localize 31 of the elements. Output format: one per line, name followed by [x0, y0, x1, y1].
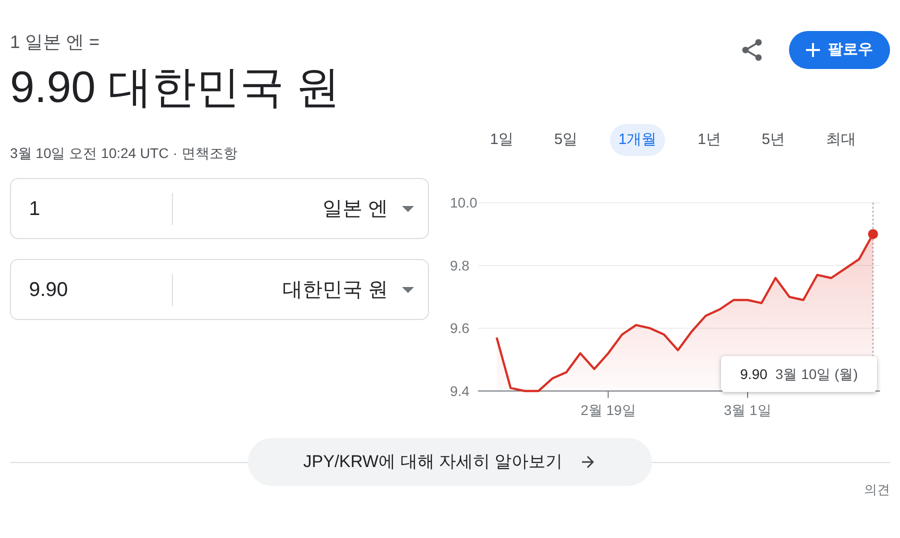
axis-label: 2월 19일 [580, 402, 636, 418]
separator: · [172, 144, 178, 162]
axis-label: 9.8 [450, 257, 470, 274]
range-tab[interactable]: 1년 [690, 124, 729, 156]
amount-field[interactable]: 9.90 [11, 274, 172, 304]
range-tab[interactable]: 1개월 [610, 124, 665, 156]
axis-label: 9.6 [450, 320, 470, 336]
axis-label: 10.0 [450, 194, 478, 211]
axis-label: 9.4 [450, 383, 470, 399]
tooltip-date: 3월 10일 (월) [775, 364, 858, 384]
tick-mark [608, 390, 609, 398]
currency-dropdown[interactable]: 대한민국 원 [173, 274, 428, 304]
feedback-link[interactable]: 의견 [864, 480, 890, 500]
caret-icon [402, 206, 414, 212]
currency-dropdown[interactable]: 일본 엔 [173, 194, 428, 224]
range-tab[interactable]: 최대 [818, 124, 864, 156]
disclaimer-link[interactable]: 면책조항 [181, 142, 238, 164]
range-tab[interactable]: 5일 [546, 124, 586, 156]
range-tab[interactable]: 5년 [754, 124, 794, 156]
follow-button[interactable]: 팔로우 [789, 31, 890, 69]
learn-more-button[interactable]: JPY/KRW에 대해 자세히 알아보기 [248, 438, 652, 486]
timestamp: 3월 10일 오전 10:24 UTC [10, 144, 169, 162]
conversion-result: 9.90 대한민국 원 [10, 62, 340, 114]
range-tab[interactable]: 1일 [482, 124, 522, 156]
amount-field[interactable]: 1 [11, 194, 172, 224]
tooltip-value: 9.90 [740, 364, 768, 384]
plus-icon [806, 43, 820, 57]
conversion-subtitle: 1 일본 엔 = [10, 31, 101, 54]
current-point [868, 229, 878, 240]
axis-label: 3월 1일 [724, 402, 772, 418]
caret-icon [402, 286, 414, 292]
